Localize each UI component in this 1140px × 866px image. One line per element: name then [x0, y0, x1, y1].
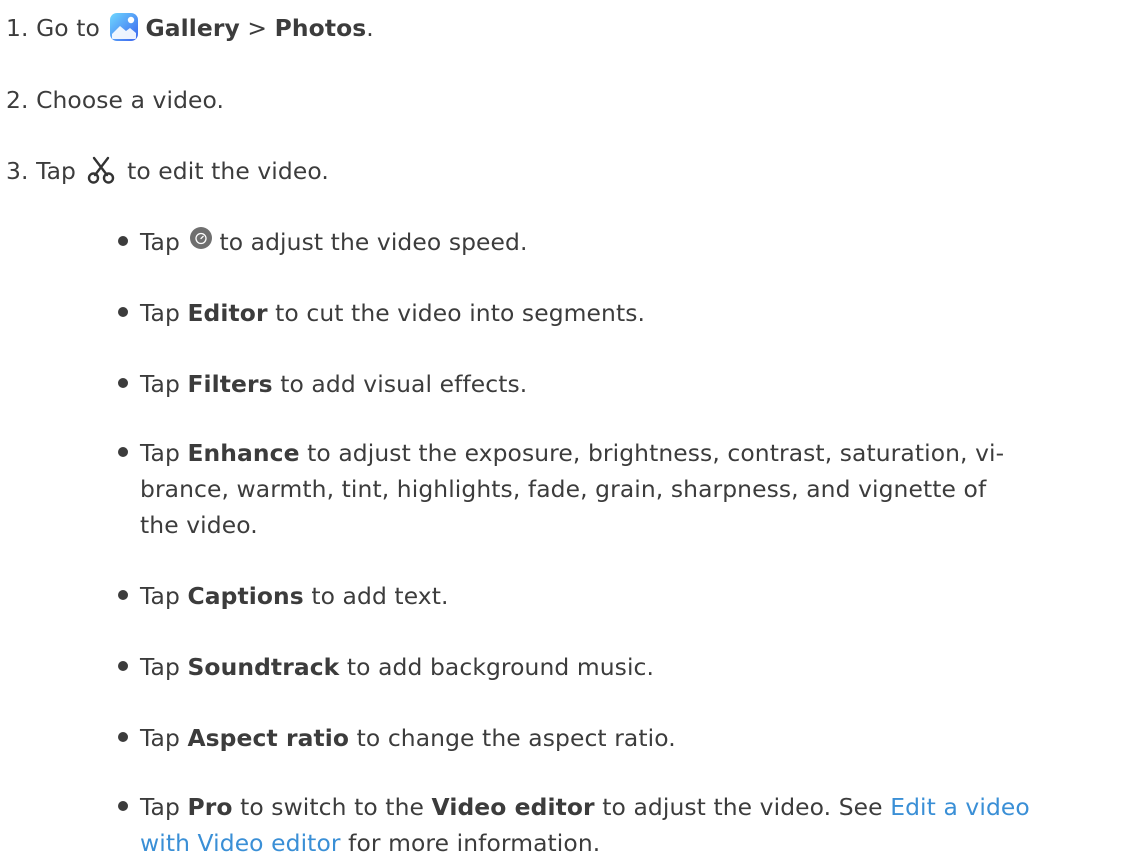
- bullet-pre: Tap: [140, 793, 180, 821]
- bullet-aspect-ratio: Tap Aspect ratio to change the aspect ra…: [118, 720, 676, 756]
- step-3-post: to edit the video.: [127, 157, 329, 185]
- bullet-post: to cut the video into segments.: [275, 299, 646, 327]
- video-editor-label: Video editor: [431, 793, 595, 821]
- gallery-app-name: Gallery: [145, 14, 240, 42]
- bullet-dot: [118, 660, 128, 671]
- photos-album-name: Photos: [274, 14, 367, 42]
- gallery-app-icon: [109, 12, 139, 42]
- instructions-page: 1. Go to Gallery > Photos. 2. Choose a v…: [0, 0, 1140, 866]
- pro-text-mid: to switch to the: [240, 793, 424, 821]
- bullet-pre: Tap: [140, 582, 180, 610]
- edit-video-link-cont[interactable]: with Video editor: [140, 829, 341, 857]
- bullet-soundtrack: Tap Soundtrack to add background music.: [118, 649, 654, 685]
- enhance-text-line-2: brance, warmth, tint, highlights, fade, …: [140, 475, 987, 503]
- bullet-post: to add background music.: [346, 653, 655, 681]
- bullet-pre: Tap: [140, 228, 180, 256]
- step-2: 2. Choose a video.: [6, 82, 224, 118]
- enhance-text-line-1: to adjust the exposure, brightness, cont…: [307, 439, 1005, 467]
- scissors-icon: [86, 155, 116, 185]
- enhance-text-line-3: the video.: [140, 511, 258, 539]
- bullet-dot: [118, 235, 128, 246]
- bullet-pre: Tap: [140, 299, 180, 327]
- pro-text-mid2: to adjust the video. See: [602, 793, 883, 821]
- bullet-pre: Tap: [140, 724, 180, 752]
- bullet-dot: [118, 446, 128, 457]
- bullet-dot: [118, 800, 128, 811]
- pro-label: Pro: [187, 793, 233, 821]
- bullet-post: to change the aspect ratio.: [356, 724, 676, 752]
- breadcrumb-separator: >: [247, 14, 268, 42]
- bullet-filters: Tap Filters to add visual effects.: [118, 366, 527, 402]
- bullet-editor: Tap Editor to cut the video into segment…: [118, 295, 645, 331]
- pro-text-post: for more information.: [348, 829, 601, 857]
- step-3-pre: Tap: [36, 157, 76, 185]
- step-2-text: Choose a video.: [36, 86, 225, 114]
- bullet-dot: [118, 306, 128, 317]
- bullet-post: to adjust the video speed.: [219, 228, 528, 256]
- edit-video-link[interactable]: Edit a video: [890, 793, 1030, 821]
- aspect-ratio-label: Aspect ratio: [187, 724, 350, 752]
- bullet-pre: Tap: [140, 653, 180, 681]
- enhance-label: Enhance: [187, 439, 300, 467]
- bullet-pre: Tap: [140, 439, 180, 467]
- bullet-enhance: Tap Enhance to adjust the exposure, brig…: [118, 435, 1118, 543]
- step-1: 1. Go to Gallery > Photos.: [6, 10, 374, 46]
- step-1-period: .: [366, 14, 374, 42]
- soundtrack-label: Soundtrack: [187, 653, 340, 681]
- step-1-number: 1.: [6, 14, 29, 42]
- filters-label: Filters: [187, 370, 273, 398]
- bullet-post: to add visual effects.: [280, 370, 528, 398]
- bullet-captions: Tap Captions to add text.: [118, 578, 449, 614]
- bullet-dot: [118, 589, 128, 600]
- captions-label: Captions: [187, 582, 304, 610]
- editor-label: Editor: [187, 299, 268, 327]
- bullet-pro: Tap Pro to switch to the Video editor to…: [118, 789, 1118, 861]
- step-3: 3. Tap to edit the video.: [6, 153, 329, 189]
- bullet-post: to add text.: [311, 582, 449, 610]
- step-2-number: 2.: [6, 86, 29, 114]
- bullet-dot: [118, 377, 128, 388]
- bullet-dot: [118, 731, 128, 742]
- step-3-number: 3.: [6, 157, 29, 185]
- speed-icon: [189, 224, 213, 249]
- bullet-speed: Tap to adjust the video speed.: [118, 224, 528, 260]
- bullet-pre: Tap: [140, 370, 180, 398]
- step-1-pre: Go to: [36, 14, 100, 42]
